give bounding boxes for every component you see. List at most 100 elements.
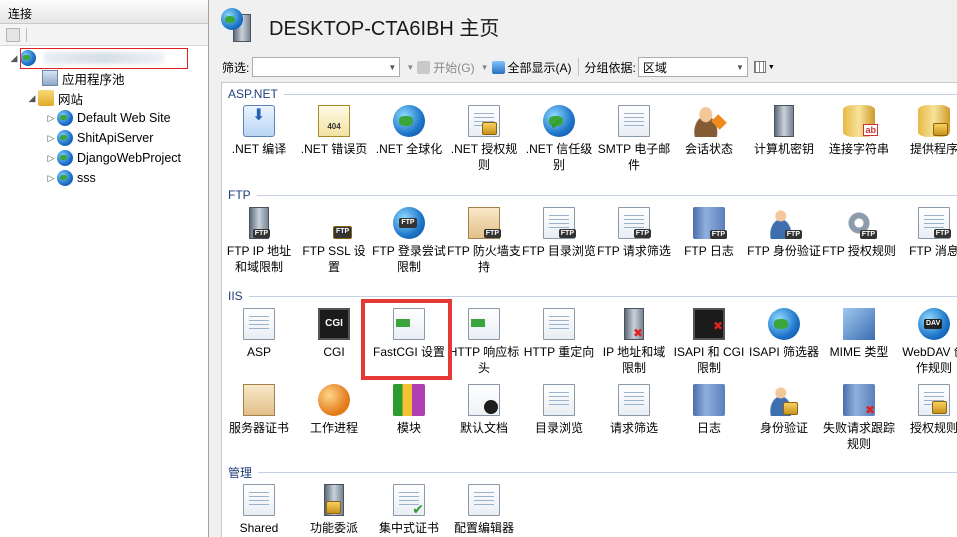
feature-label: 模块 bbox=[396, 421, 421, 435]
feature-tile[interactable]: Shared bbox=[222, 484, 296, 536]
feature-label: 功能委派 bbox=[309, 521, 358, 535]
feature-tile[interactable]: FTP 授权规则 bbox=[822, 207, 896, 259]
collapse-arrow-icon[interactable]: ◢ bbox=[8, 53, 20, 64]
feature-tile[interactable]: 服务器证书 bbox=[222, 384, 296, 436]
feature-tile[interactable]: ASP bbox=[222, 308, 296, 360]
tree-node-app-pools[interactable]: 应用程序池 bbox=[0, 68, 208, 88]
feature-tile[interactable]: 工作进程 bbox=[297, 384, 371, 436]
group-by-select[interactable]: 区域 ▼ bbox=[637, 57, 748, 77]
net-trust-levels-icon bbox=[543, 105, 575, 137]
tree-node-server[interactable]: ◢ bbox=[0, 48, 208, 69]
feature-tile[interactable]: 失败请求跟踪规则 bbox=[822, 384, 896, 452]
feature-tile[interactable]: CGI CGI bbox=[297, 308, 371, 360]
tree-node-site[interactable]: ▷ Default Web Site bbox=[0, 108, 208, 128]
feature-tile[interactable]: HTTP 响应标头 bbox=[447, 308, 521, 376]
feature-tile[interactable]: 模块 bbox=[372, 384, 446, 436]
feature-label: Shared bbox=[239, 521, 279, 535]
feature-tile[interactable]: FTP 目录浏览 bbox=[522, 207, 596, 259]
title-bar: DESKTOP-CTA6IBH 主页 bbox=[215, 0, 957, 52]
feature-tile[interactable]: 配置编辑器 bbox=[447, 484, 521, 536]
feature-tile[interactable]: FTP 日志 bbox=[672, 207, 746, 259]
view-mode-button[interactable]: ▼ bbox=[753, 58, 778, 76]
feature-tile[interactable]: 提供程序 bbox=[897, 105, 957, 157]
expand-arrow-icon[interactable]: ▷ bbox=[45, 113, 57, 124]
dropdown-arrow-icon[interactable]: ▼ bbox=[388, 63, 396, 72]
show-all-button[interactable]: ▼ 全部显示(A) bbox=[481, 59, 572, 76]
feature-label: .NET 信任级别 bbox=[525, 142, 593, 172]
net-authorization-icon bbox=[468, 105, 500, 137]
feature-tile[interactable]: 请求筛选 bbox=[597, 384, 671, 436]
feature-tile[interactable]: SMTP 电子邮件 bbox=[597, 105, 671, 173]
feature-tile[interactable]: FTP 消息 bbox=[897, 207, 957, 259]
tree-node-site[interactable]: ▷ ShitApiServer bbox=[0, 128, 208, 148]
group-title: IIS bbox=[228, 289, 243, 303]
ftp-firewall-icon bbox=[468, 207, 501, 239]
collapse-arrow-icon[interactable]: ◢ bbox=[26, 93, 38, 104]
feature-label: FTP 身份验证 bbox=[747, 244, 821, 258]
ftp-logging-icon bbox=[693, 207, 727, 239]
net-error-pages-icon: 404 bbox=[318, 105, 350, 137]
machine-key-icon bbox=[774, 105, 794, 137]
feature-tile[interactable]: 连接字符串 bbox=[822, 105, 896, 157]
feature-tile[interactable]: HTTP 重定向 bbox=[522, 308, 596, 360]
ftp-messages-icon bbox=[918, 207, 951, 239]
feature-tile[interactable]: 集中式证书 bbox=[372, 484, 446, 536]
feature-label: WebDAV 创作规则 bbox=[902, 345, 957, 375]
feature-tile[interactable]: WebDAV 创作规则 bbox=[897, 308, 957, 376]
feature-tile[interactable]: .NET 全球化 bbox=[372, 105, 446, 157]
feature-tile[interactable]: IP 地址和域限制 bbox=[597, 308, 671, 376]
feature-tile[interactable]: FTP 请求筛选 bbox=[597, 207, 671, 259]
feature-label: ASP bbox=[246, 345, 271, 359]
feature-tile[interactable]: MIME 类型 bbox=[822, 308, 896, 360]
feature-tile[interactable]: ISAPI 筛选器 bbox=[747, 308, 821, 360]
feature-tile[interactable]: 默认文档 bbox=[447, 384, 521, 436]
filter-input[interactable]: ▼ bbox=[252, 57, 401, 77]
feature-tile[interactable]: 日志 bbox=[672, 384, 746, 436]
expand-arrow-icon[interactable]: ▷ bbox=[45, 153, 57, 164]
feature-label: 计算机密钥 bbox=[753, 142, 814, 156]
tree-label: Default Web Site bbox=[77, 111, 171, 125]
failed-request-tracing-icon bbox=[843, 384, 875, 418]
authorization-rules-icon bbox=[918, 384, 950, 416]
tree-node-site[interactable]: ▷ sss bbox=[0, 168, 208, 188]
feature-tile[interactable]: .NET 授权规则 bbox=[447, 105, 521, 173]
feature-tile[interactable]: 目录浏览 bbox=[522, 384, 596, 436]
feature-tile[interactable]: 计算机密钥 bbox=[747, 105, 821, 157]
feature-label: HTTP 响应标头 bbox=[448, 345, 520, 375]
feature-tile[interactable]: 会话状态 bbox=[672, 105, 746, 157]
selection-highlight-box bbox=[20, 48, 188, 69]
feature-tile[interactable]: FTP IP 地址和域限制 bbox=[222, 207, 296, 275]
feature-label: FTP 消息 bbox=[909, 244, 957, 258]
feature-label: 提供程序 bbox=[909, 142, 957, 156]
feature-delegation-icon bbox=[324, 484, 344, 516]
feature-label: 请求筛选 bbox=[609, 421, 658, 435]
feature-tile[interactable]: 授权规则 bbox=[897, 384, 957, 436]
dropdown-arrow-icon: ▼ bbox=[406, 62, 415, 72]
feature-tile[interactable]: FTP SSL 设置 bbox=[297, 207, 371, 275]
start-filter-button[interactable]: ▼ 开始(G) bbox=[406, 59, 475, 76]
feature-label: 配置编辑器 bbox=[453, 521, 514, 535]
connect-icon[interactable] bbox=[6, 27, 20, 42]
group-header-management: 管理 bbox=[228, 465, 957, 480]
feature-tile[interactable]: 身份验证 bbox=[747, 384, 821, 436]
feature-tile[interactable]: .NET 编译 bbox=[222, 105, 296, 157]
tree-node-site[interactable]: ▷ DjangoWebProject bbox=[0, 148, 208, 168]
feature-label: 会话状态 bbox=[684, 142, 733, 156]
feature-label: MIME 类型 bbox=[829, 345, 889, 359]
feature-label: ISAPI 和 CGI 限制 bbox=[673, 345, 745, 375]
feature-tile[interactable]: FTP 身份验证 bbox=[747, 207, 821, 259]
feature-label: FTP 防火墙支持 bbox=[447, 244, 521, 274]
feature-tile[interactable]: FTP 防火墙支持 bbox=[447, 207, 521, 275]
feature-label: FTP 登录尝试限制 bbox=[372, 244, 446, 274]
view-grid-icon bbox=[753, 61, 766, 73]
feature-tile[interactable]: .NET 信任级别 bbox=[522, 105, 596, 173]
expand-arrow-icon[interactable]: ▷ bbox=[45, 173, 57, 184]
feature-tile[interactable]: ISAPI 和 CGI 限制 bbox=[672, 308, 746, 376]
feature-tile[interactable]: FTP 登录尝试限制 bbox=[372, 207, 446, 275]
feature-tile[interactable]: 功能委派 bbox=[297, 484, 371, 536]
tree-node-sites[interactable]: ◢ 网站 bbox=[0, 88, 208, 108]
page-title: DESKTOP-CTA6IBH 主页 bbox=[269, 17, 500, 40]
feature-tile[interactable]: 404 .NET 错误页 bbox=[297, 105, 371, 157]
feature-label: 身份验证 bbox=[759, 421, 808, 435]
expand-arrow-icon[interactable]: ▷ bbox=[45, 133, 57, 144]
